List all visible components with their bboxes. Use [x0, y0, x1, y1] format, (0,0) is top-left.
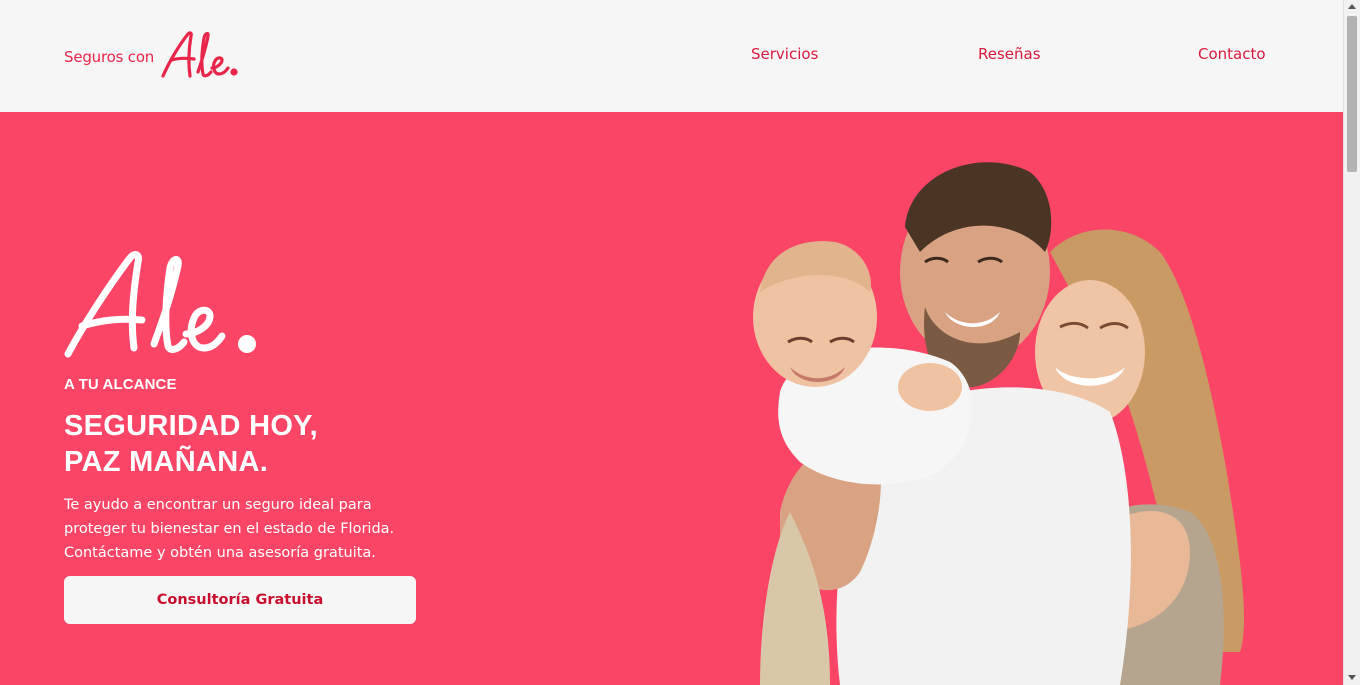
- hero-section: A TU ALCANCE SEGURIDAD HOY, PAZ MAÑANA. …: [0, 112, 1343, 685]
- headline-line-2: PAZ MAÑANA.: [64, 446, 269, 478]
- brand-text: Seguros con: [64, 48, 155, 66]
- family-photo: [753, 162, 1245, 685]
- free-consultation-button[interactable]: Consultoría Gratuita: [64, 576, 416, 624]
- scroll-up-arrow-icon[interactable]: [1348, 4, 1356, 9]
- page: Seguros con Servicios Reseñas Contacto A…: [0, 0, 1343, 685]
- headline-line-1: SEGURIDAD HOY,: [64, 410, 318, 442]
- nav-resenas[interactable]: Reseñas: [978, 45, 1041, 63]
- vertical-scrollbar[interactable]: [1343, 0, 1360, 685]
- site-header: Seguros con Servicios Reseñas Contacto: [0, 0, 1343, 112]
- hero-logo-script: [64, 251, 256, 358]
- brand-logo-script: [161, 31, 238, 78]
- hero-eyebrow: A TU ALCANCE: [64, 376, 177, 393]
- brand-logo-link[interactable]: Seguros con: [64, 30, 240, 82]
- hero-headline: SEGURIDAD HOY, PAZ MAÑANA.: [64, 408, 318, 480]
- scrollbar-thumb[interactable]: [1347, 16, 1357, 172]
- nav-servicios[interactable]: Servicios: [751, 45, 818, 63]
- scroll-down-arrow-icon[interactable]: [1348, 675, 1356, 680]
- nav-contacto[interactable]: Contacto: [1198, 45, 1266, 63]
- hero-description: Te ayudo a encontrar un seguro ideal par…: [64, 497, 395, 561]
